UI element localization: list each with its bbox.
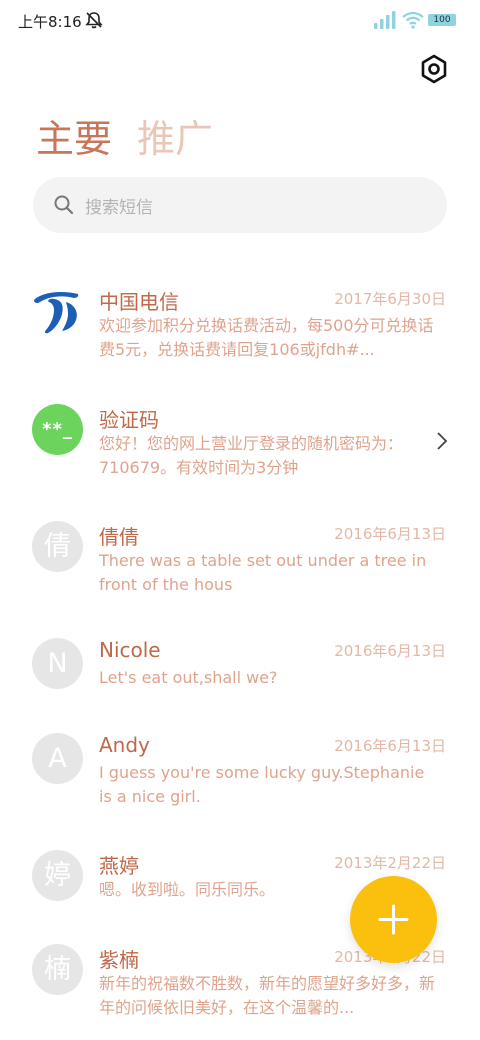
bell-muted-icon	[84, 11, 104, 33]
tab-promotion[interactable]: 推广	[137, 116, 213, 162]
message-item-andy[interactable]: A Andy 2016年6月13日 I guess you're some lu…	[0, 707, 480, 817]
message-item-qianqian[interactable]: 倩 倩倩 2016年6月13日 There was a table set ou…	[0, 495, 480, 605]
avatar: N	[32, 638, 83, 689]
message-item-verification-code[interactable]: **_ 验证码 您好！您的网上营业厅登录的随机密码为：710679。有效时间为3…	[0, 378, 480, 488]
chevron-right-icon[interactable]	[436, 431, 448, 455]
message-date: 2017年6月30日	[334, 290, 446, 308]
message-preview: 您好！您的网上营业厅登录的随机密码为：710679。有效时间为3分钟	[99, 434, 404, 477]
tab-main[interactable]: 主要	[36, 116, 112, 162]
china-telecom-logo-icon	[32, 286, 83, 337]
search-placeholder: 搜索短信	[85, 198, 153, 218]
message-preview: There was a table set out under a tree i…	[99, 551, 427, 594]
status-time: 上午8:16	[18, 13, 82, 31]
avatar: A	[32, 733, 83, 784]
message-preview: I guess you're some lucky guy.Stephanie …	[99, 763, 425, 806]
signal-icon	[374, 11, 398, 33]
search-icon	[53, 194, 75, 220]
avatar: 倩	[32, 521, 83, 572]
message-date: 2016年6月13日	[334, 642, 446, 660]
battery-icon: 100	[428, 14, 456, 26]
new-message-button[interactable]	[350, 876, 437, 963]
avatar: **_	[32, 404, 83, 455]
message-preview: Let's eat out,shall we?	[99, 668, 278, 687]
message-sender: 倩倩	[99, 525, 139, 549]
message-item-china-telecom[interactable]: 中国电信 2017年6月30日 欢迎参加积分兑换话费活动，每500分可兑换话费5…	[0, 260, 480, 370]
message-sender: Andy	[99, 733, 150, 757]
message-sender: 燕婷	[99, 854, 139, 878]
message-item-nicole[interactable]: N Nicole 2016年6月13日 Let's eat out,shall …	[0, 612, 480, 722]
message-preview: 欢迎参加积分兑换话费活动，每500分可兑换话费5元，兑换话费请回复106或jfd…	[99, 316, 434, 359]
wifi-icon	[402, 11, 424, 33]
message-sender: 中国电信	[99, 290, 179, 314]
message-sender: Nicole	[99, 638, 161, 662]
message-preview: 新年的祝福数不胜数，新年的愿望好多好多，新年的问候依旧美好，在这个温馨的...	[99, 974, 435, 1017]
message-date: 2016年6月13日	[334, 737, 446, 755]
avatar: 婷	[32, 850, 83, 901]
message-sender: 紫楠	[99, 948, 139, 972]
search-input[interactable]: 搜索短信	[33, 177, 447, 233]
message-date: 2016年6月13日	[334, 525, 446, 543]
message-date: 2013年2月22日	[334, 854, 446, 872]
status-bar: 上午8:16 100	[0, 0, 480, 40]
message-sender: 验证码	[99, 408, 159, 432]
gear-icon[interactable]	[418, 53, 450, 85]
plus-icon	[378, 904, 409, 935]
avatar: 楠	[32, 944, 83, 995]
